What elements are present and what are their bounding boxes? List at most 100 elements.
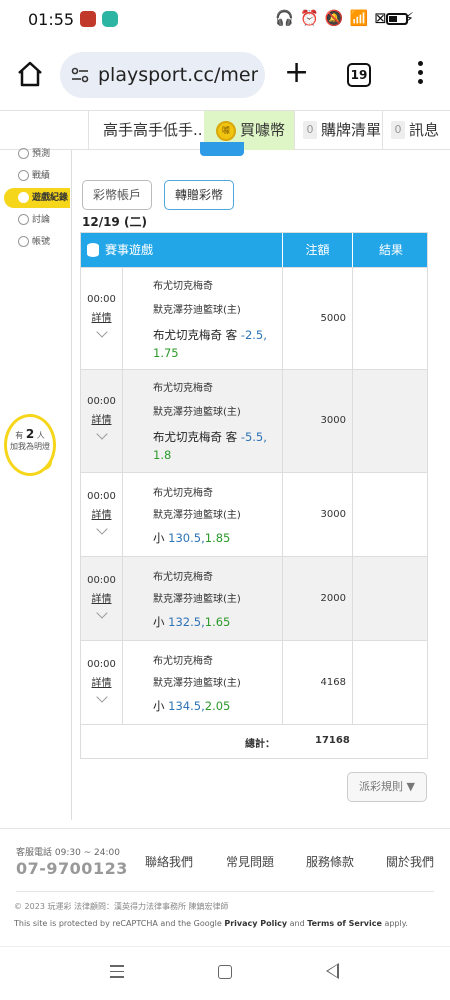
- row-result: [353, 370, 429, 472]
- row-amount: 3000: [320, 509, 346, 520]
- bet-odds: 1.85: [204, 531, 231, 545]
- game-app-icon: [80, 11, 96, 27]
- table-row: 00:00 詳情 布尤切克梅奇 默克澤芬迪籃球(主) 小 132.5,1.65 …: [81, 556, 427, 640]
- sidebar-item-label: 戰績: [32, 171, 51, 181]
- system-nav-bar: [0, 946, 450, 1000]
- buy-coins-label: 買噱幣: [240, 121, 286, 139]
- chevron-down-icon[interactable]: [95, 607, 108, 619]
- total-value: 17168: [315, 735, 350, 746]
- url-bar[interactable]: playsport.cc/men: [60, 52, 265, 98]
- battery-icon: [386, 13, 408, 25]
- payout-rules-button[interactable]: 派彩規則 ▼: [347, 772, 427, 802]
- new-tab-icon[interactable]: +: [284, 58, 309, 88]
- chevron-down-icon[interactable]: [95, 523, 108, 535]
- tab-gift-coins[interactable]: 轉贈彩幣: [164, 180, 234, 210]
- header-game: 賽事遊戲: [81, 233, 283, 267]
- bet-line: 134.5: [168, 699, 202, 713]
- row-result: [353, 557, 429, 640]
- row-amount: 3000: [320, 415, 346, 426]
- header-amount: 注額: [283, 233, 353, 267]
- sidebar-item-predict[interactable]: 預測: [4, 144, 70, 164]
- bet-sep: ,: [263, 430, 267, 444]
- bet-odds: 1.8: [153, 448, 172, 462]
- row-team-away: 布尤切克梅奇: [153, 383, 213, 394]
- table-row: 00:00 詳情 布尤切克梅奇 默克澤芬迪籃球(主) 布尤切克梅奇 客 -5.5…: [81, 369, 427, 472]
- home-square-icon[interactable]: [218, 965, 232, 979]
- privacy-policy-link[interactable]: Privacy Policy: [224, 919, 287, 928]
- bulb-suffix: 人: [36, 431, 45, 440]
- site-settings-icon[interactable]: [70, 65, 90, 85]
- terms-of-service-link[interactable]: Terms of Service: [307, 919, 382, 928]
- recaptcha-text: This site is protected by reCAPTCHA and …: [14, 919, 225, 928]
- sidebar: 預測 戰績 遊戲紀錄 討論 帳號 有 2 人 加我為明燈: [0, 148, 72, 820]
- copyright: © 2023 玩運彩 法律顧問：漢英得力法律事務所 陳鎮宏律師: [14, 902, 229, 911]
- row-amount: 2000: [320, 593, 346, 604]
- nav-user-title[interactable]: 高手高手低手...: [88, 111, 203, 150]
- footer-link-about[interactable]: 關於我們: [386, 853, 434, 870]
- bulb-prefix: 有: [15, 431, 24, 440]
- row-time: 00:00: [87, 294, 116, 305]
- service-phone[interactable]: 07-9700123: [16, 859, 128, 878]
- url-text[interactable]: playsport.cc/men: [98, 64, 258, 86]
- bet-pick: 小: [153, 615, 165, 629]
- row-detail-link[interactable]: 詳情: [81, 309, 122, 324]
- row-detail-link[interactable]: 詳情: [81, 506, 122, 521]
- follower-bulb[interactable]: 有 2 人 加我為明燈: [4, 414, 56, 476]
- cart-button[interactable]: 0 購牌清單: [294, 111, 382, 150]
- database-icon: [87, 243, 99, 257]
- row-result: [353, 641, 429, 724]
- predict-icon: [18, 148, 29, 159]
- messages-button[interactable]: 0 訊息: [382, 111, 450, 150]
- history-icon: [18, 192, 29, 203]
- sidebar-item-account[interactable]: 帳號: [4, 232, 70, 252]
- row-team-away: 布尤切克梅奇: [153, 572, 213, 583]
- table-header: 賽事遊戲 注額 結果: [81, 233, 427, 267]
- back-icon[interactable]: [326, 963, 339, 979]
- browser-toolbar: playsport.cc/men + 19: [0, 40, 450, 110]
- header-result: 結果: [378, 243, 403, 257]
- row-bet: 小 130.5,1.85: [153, 529, 282, 547]
- row-amount: 5000: [320, 313, 346, 324]
- total-row: 總計： 17168: [81, 724, 427, 758]
- service-phone-label: 客服電話 09:30 ~ 24:00: [16, 848, 120, 858]
- row-detail-link[interactable]: 詳情: [81, 411, 122, 426]
- row-bet: 布尤切克梅奇 客 -2.5, 1.75: [153, 326, 282, 362]
- messages-label: 訊息: [409, 121, 440, 139]
- cut-off-button[interactable]: [200, 142, 244, 156]
- row-detail-link[interactable]: 詳情: [81, 674, 122, 689]
- row-team-home: 默克澤芬迪籃球(主): [153, 594, 241, 605]
- record-icon: [18, 170, 29, 181]
- row-result: [353, 473, 429, 556]
- bet-line: -2.5: [240, 328, 264, 342]
- tab-coin-account[interactable]: 彩幣帳戶: [82, 180, 152, 210]
- tab-switcher-button[interactable]: 19: [347, 63, 371, 87]
- sidebar-item-label: 帳號: [32, 237, 51, 247]
- recaptcha-apply: apply.: [381, 919, 408, 928]
- row-time: 00:00: [87, 396, 116, 407]
- bet-odds: 2.05: [204, 699, 231, 713]
- table-row: 00:00 詳情 布尤切克梅奇 默克澤芬迪籃球(主) 小 130.5,1.85 …: [81, 472, 427, 556]
- footer-link-terms[interactable]: 服務條款: [306, 853, 354, 870]
- more-menu-icon[interactable]: [410, 58, 430, 92]
- bet-line: 130.5: [168, 531, 202, 545]
- bet-odds: 1.75: [153, 346, 179, 360]
- bet-pick: 布尤切克梅奇 客: [153, 328, 238, 342]
- footer-link-faq[interactable]: 常見問題: [226, 853, 274, 870]
- record-date: 12/19 (二): [82, 215, 147, 229]
- row-detail-link[interactable]: 詳情: [81, 590, 122, 605]
- cart-count-badge: 0: [303, 121, 317, 139]
- sidebar-item-discuss[interactable]: 討論: [4, 210, 70, 230]
- row-bet: 小 134.5,2.05: [153, 697, 282, 715]
- recent-apps-icon[interactable]: [110, 965, 124, 979]
- chevron-down-icon[interactable]: [95, 326, 108, 338]
- sidebar-item-game-history[interactable]: 遊戲紀錄: [4, 188, 70, 208]
- bet-pick: 布尤切克梅奇 客: [153, 430, 238, 444]
- chevron-down-icon[interactable]: [95, 691, 108, 703]
- sidebar-item-record[interactable]: 戰績: [4, 166, 70, 186]
- home-icon[interactable]: [16, 60, 44, 88]
- bulb-caption: 加我為明燈: [10, 442, 50, 451]
- chevron-down-icon[interactable]: [95, 428, 108, 440]
- footer-link-contact[interactable]: 聯絡我們: [145, 853, 193, 870]
- row-time: 00:00: [87, 491, 116, 502]
- status-time: 01:55: [28, 10, 75, 29]
